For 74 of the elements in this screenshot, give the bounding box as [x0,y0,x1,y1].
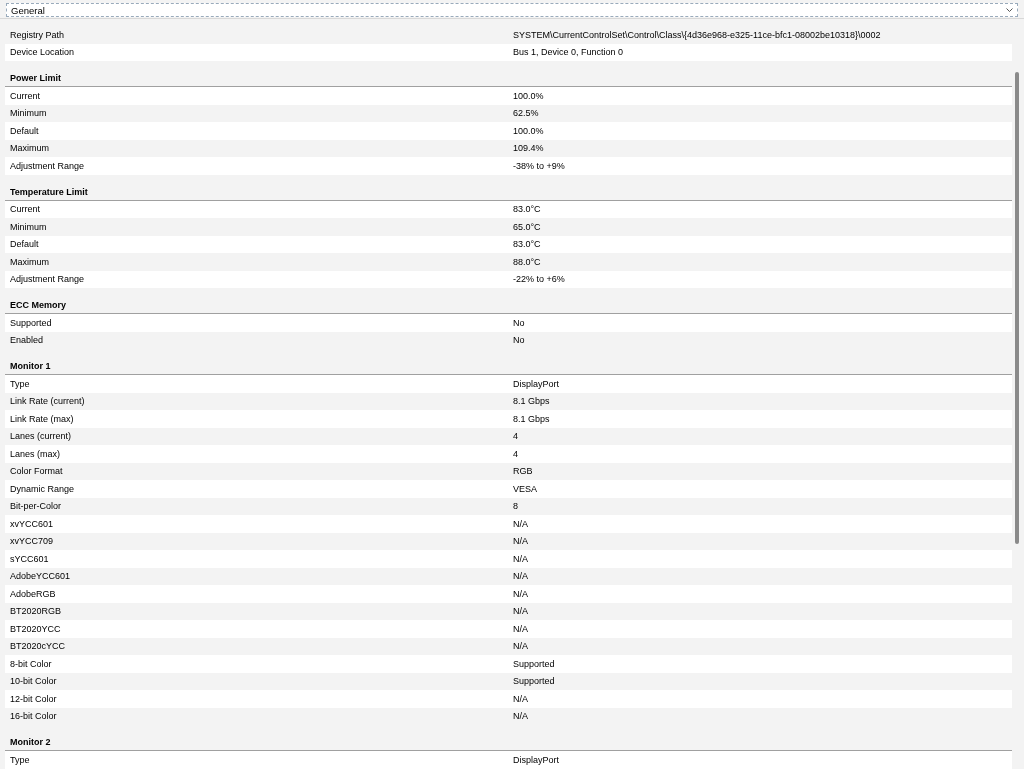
property-value: 8.1 Gbps [513,413,550,424]
property-label: Link Rate (current) [9,396,86,407]
property-label: 10-bit Color [9,676,58,687]
property-value: Bus 1, Device 0, Function 0 [513,47,624,58]
property-label: Lanes (current) [9,431,73,442]
property-label: sYCC601 [9,553,50,564]
property-label: xvYCC601 [9,518,55,529]
property-value: N/A [513,518,528,529]
property-label: Adjustment Range [9,274,86,285]
property-value: No [513,335,525,346]
property-value: DisplayPort [513,378,559,389]
property-value: 88.0°C [513,256,541,267]
property-label: Device Location [9,47,76,58]
property-value: No [513,317,525,328]
property-label: AdobeYCC601 [9,571,72,582]
property-value: 4 [513,431,518,442]
property-label: BT2020cYCC [9,641,67,652]
property-value: N/A [513,588,528,599]
property-value: 8.1 Gbps [513,396,550,407]
property-label: 8-bit Color [9,658,53,669]
property-label: 12-bit Color [9,693,58,704]
property-label: Maximum [9,143,50,154]
property-value: N/A [513,711,528,722]
property-label: Bit-per-Color [9,501,62,512]
property-label: Maximum [9,256,50,267]
property-value: Supported [513,676,555,687]
property-label: Link Rate (max) [9,413,75,424]
property-value: N/A [513,693,528,704]
property-value: -38% to +9% [513,160,565,171]
property-label: BT2020RGB [9,606,63,617]
property-label: 16-bit Color [9,711,58,722]
property-value: N/A [513,623,528,634]
property-label: Dynamic Range [9,483,76,494]
property-label: Current [9,204,41,215]
property-label: Minimum [9,221,48,232]
property-label: Type [9,378,31,389]
property-value: 8 [513,501,518,512]
property-label: Minimum [9,108,48,119]
property-label: Enabled [9,335,45,346]
property-label: Default [9,239,40,250]
property-value: 109.4% [513,143,544,154]
property-value: -22% to +6% [513,274,565,285]
property-label: Default [9,125,40,136]
property-value: N/A [513,553,528,564]
property-value: N/A [513,606,528,617]
property-value: N/A [513,571,528,582]
property-label: AdobeRGB [9,588,57,599]
property-value: 83.0°C [513,239,541,250]
property-label: BT2020YCC [9,623,62,634]
property-label: xvYCC709 [9,536,55,547]
property-label: Lanes (max) [9,448,62,459]
property-value: 62.5% [513,108,539,119]
property-value: 4 [513,448,518,459]
section-header: Temperature Limit [5,183,1012,201]
property-value: VESA [513,483,537,494]
property-label: Color Format [9,466,64,477]
scrollbar-thumb[interactable] [1015,72,1019,544]
property-label: Supported [9,317,53,328]
property-value: N/A [513,641,528,652]
property-value: 100.0% [513,125,544,136]
property-value: SYSTEM\CurrentControlSet\Control\Class\{4d36e968-e325-11ce-bfc1-08002be10318}\0002 [513,29,881,40]
property-value: N/A [513,536,528,547]
property-label: Type [9,754,31,765]
property-value: 65.0°C [513,221,541,232]
chevron-down-icon [1006,7,1013,13]
property-value: 83.0°C [513,204,541,215]
property-value: DisplayPort [513,754,559,765]
property-label: Adjustment Range [9,160,86,171]
property-value: 100.0% [513,90,544,101]
property-value: RGB [513,466,533,477]
property-label: Registry Path [9,29,66,40]
property-label: Current [9,90,41,101]
section-dropdown[interactable]: General [6,3,1018,17]
property-value: Supported [513,658,555,669]
